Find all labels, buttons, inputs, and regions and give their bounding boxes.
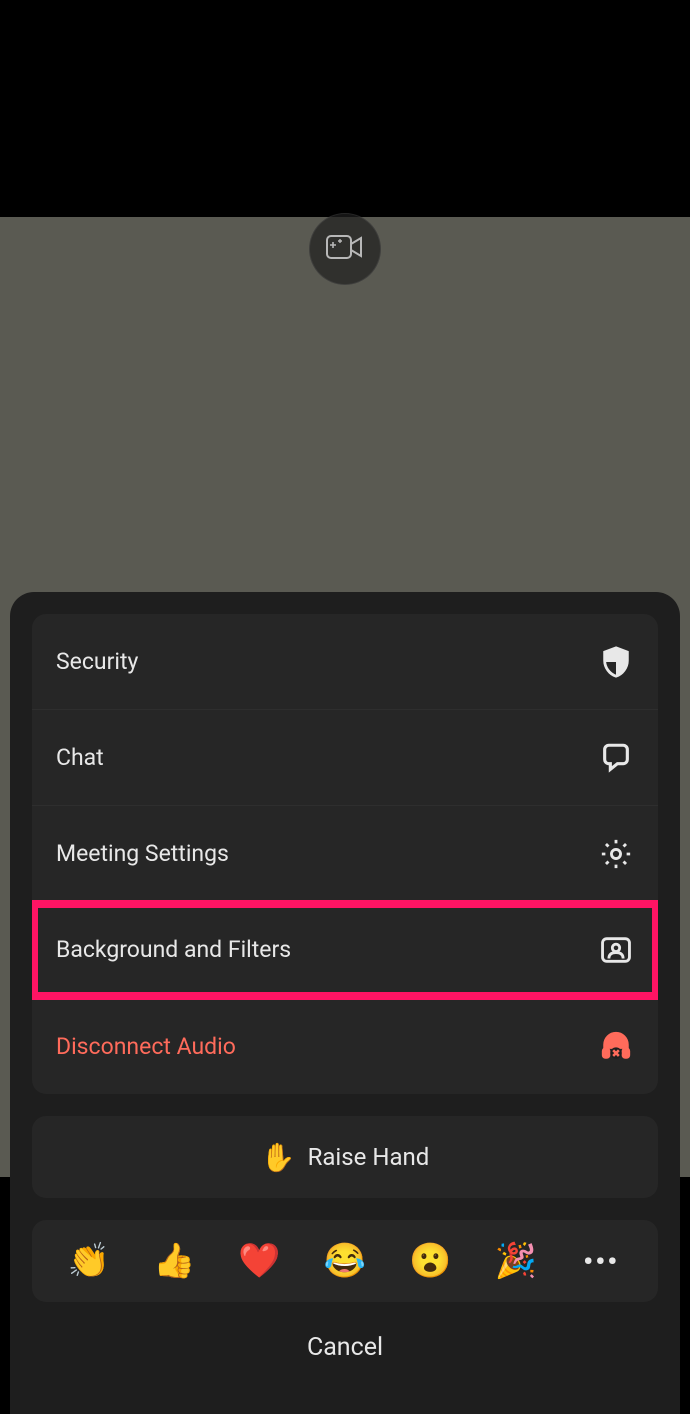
raise-hand-icon: ✋ (261, 1141, 296, 1174)
gear-icon (598, 836, 634, 872)
reaction-wow[interactable]: 😮 (404, 1235, 456, 1287)
cancel-label: Cancel (307, 1333, 383, 1362)
reaction-tada[interactable]: 🎉 (490, 1235, 542, 1287)
reaction-laugh[interactable]: 😂 (319, 1235, 371, 1287)
menu-item-security[interactable]: Security (32, 614, 658, 710)
more-actions-sheet: Security Chat Meeting Settings Backgroun… (10, 592, 680, 1414)
headphones-x-icon (598, 1028, 634, 1064)
reaction-heart[interactable]: ❤️ (234, 1235, 286, 1287)
reaction-thumbs-up[interactable]: 👍 (148, 1235, 200, 1287)
menu-item-label: Background and Filters (56, 936, 291, 963)
menu-item-label: Disconnect Audio (56, 1033, 236, 1060)
reaction-clap[interactable]: 👏 (63, 1235, 115, 1287)
shield-icon (598, 644, 634, 680)
menu-item-background-filters[interactable]: Background and Filters (32, 902, 658, 998)
raise-hand-label: Raise Hand (308, 1143, 430, 1171)
menu-item-label: Chat (56, 744, 104, 771)
chat-icon (598, 740, 634, 776)
menu-item-label: Security (56, 648, 138, 675)
menu-item-disconnect-audio[interactable]: Disconnect Audio (32, 998, 658, 1094)
reactions-row: 👏 👍 ❤️ 😂 😮 🎉 ••• (32, 1220, 658, 1302)
video-sparkle-icon (325, 232, 365, 266)
menu-item-meeting-settings[interactable]: Meeting Settings (32, 806, 658, 902)
cancel-button[interactable]: Cancel (32, 1302, 658, 1392)
raise-hand-button[interactable]: ✋ Raise Hand (32, 1116, 658, 1198)
reactions-more-button[interactable]: ••• (575, 1235, 627, 1287)
camera-effects-button[interactable] (309, 213, 381, 285)
menu-item-label: Meeting Settings (56, 840, 229, 867)
person-frame-icon (598, 932, 634, 968)
menu-list: Security Chat Meeting Settings Backgroun… (32, 614, 658, 1094)
menu-item-chat[interactable]: Chat (32, 710, 658, 806)
